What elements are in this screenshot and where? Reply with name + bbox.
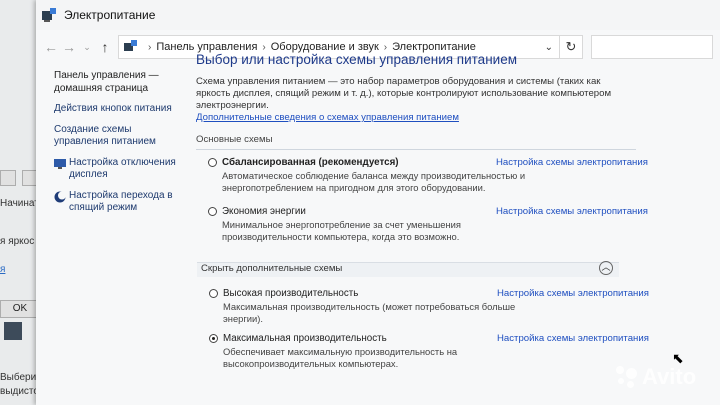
control-panel-icon bbox=[124, 40, 137, 51]
avito-logo-icon bbox=[616, 366, 638, 388]
plan-radio-power-saver[interactable] bbox=[208, 207, 217, 216]
additional-plans: Высокая производительность Максимальная … bbox=[197, 281, 649, 380]
plan-description: Минимальное энергопотребление за счет ум… bbox=[222, 219, 461, 242]
description: Схема управления питанием — это набор па… bbox=[196, 76, 612, 111]
bg-button bbox=[0, 170, 16, 186]
plan-radio-high-performance[interactable] bbox=[209, 289, 218, 298]
plan-balanced: Сбалансированная (рекомендуется) Автомат… bbox=[196, 157, 648, 204]
up-button[interactable]: ↑ bbox=[96, 39, 114, 55]
sidebar-item-sleep[interactable]: Настройка перехода в спящий режим bbox=[54, 190, 184, 215]
forward-button[interactable]: → bbox=[60, 39, 78, 55]
chevron-right-icon: › bbox=[262, 41, 266, 53]
recent-dropdown-icon[interactable]: ⌄ bbox=[78, 42, 96, 53]
plan-name[interactable]: Экономия энергии bbox=[222, 206, 306, 217]
power-options-icon bbox=[42, 8, 56, 22]
sidebar: Панель управления — домашняя страница Де… bbox=[54, 70, 184, 223]
sidebar-item-display-off[interactable]: Настройка отключения дисплея bbox=[54, 157, 184, 182]
back-button[interactable]: ← bbox=[42, 39, 60, 55]
sidebar-item-label: Настройка отключения дисплея bbox=[69, 156, 176, 181]
title-bar: Электропитание bbox=[36, 0, 720, 30]
plan-settings-link[interactable]: Настройка схемы электропитания bbox=[496, 157, 648, 168]
page-title: Выбор или настройка схемы управления пит… bbox=[196, 52, 517, 67]
background-window: Начинать я яркос я OK Выберите выдисто bbox=[0, 0, 46, 405]
more-info-link[interactable]: Дополнительные сведения о схемах управле… bbox=[196, 112, 616, 123]
bg-link: я bbox=[0, 264, 6, 275]
plan-description: Автоматическое соблюдение баланса между … bbox=[222, 170, 526, 193]
chevron-up-icon[interactable]: ︿ bbox=[599, 261, 613, 275]
plan-settings-link[interactable]: Настройка схемы электропитания bbox=[496, 206, 648, 217]
plan-description: Максимальная производительность (может п… bbox=[223, 301, 516, 324]
chevron-right-icon: › bbox=[148, 41, 152, 53]
plan-name[interactable]: Высокая производительность bbox=[223, 288, 358, 299]
bg-text: я яркос bbox=[0, 236, 35, 247]
plan-name[interactable]: Сбалансированная (рекомендуется) bbox=[222, 157, 399, 168]
main-content: Выбор или настройка схемы управления пит… bbox=[196, 52, 648, 253]
monitor-icon bbox=[54, 158, 66, 169]
plan-radio-ultimate-performance[interactable] bbox=[209, 334, 218, 343]
sidebar-item-create-plan[interactable]: Создание схемы управления питанием bbox=[54, 124, 184, 149]
plan-high-performance: Высокая производительность Максимальная … bbox=[197, 288, 649, 326]
power-options-window: Электропитание ← → ⌄ ↑ › Панель управлен… bbox=[36, 0, 720, 405]
sidebar-item-home[interactable]: Панель управления — домашняя страница bbox=[54, 70, 184, 95]
plan-description: Обеспечивает максимальную производительн… bbox=[223, 346, 458, 369]
watermark-text: Avito bbox=[642, 364, 697, 389]
bg-ok-button: OK bbox=[0, 300, 40, 318]
plan-name[interactable]: Максимальная производительность bbox=[223, 333, 387, 344]
basic-plans-label: Основные схемы bbox=[196, 134, 273, 145]
hide-additional-plans[interactable]: Скрыть дополнительные схемы ︿ bbox=[197, 261, 619, 277]
chevron-right-icon: › bbox=[383, 41, 388, 53]
chevron-down-icon[interactable]: ⌄ bbox=[545, 42, 553, 53]
moon-icon bbox=[54, 191, 66, 202]
plan-settings-link[interactable]: Настройка схемы электропитания bbox=[497, 288, 649, 299]
hide-additional-plans-label: Скрыть дополнительные схемы bbox=[201, 263, 343, 274]
plan-ultimate-performance: Максимальная производительность Обеспечи… bbox=[197, 333, 649, 380]
sidebar-item-power-buttons[interactable]: Действия кнопок питания bbox=[54, 103, 184, 116]
avito-watermark: Avito bbox=[616, 364, 696, 390]
calendar-icon bbox=[4, 322, 22, 340]
plan-settings-link[interactable]: Настройка схемы электропитания bbox=[497, 333, 649, 344]
window-title: Электропитание bbox=[64, 8, 156, 22]
plan-power-saver: Экономия энергии Минимальное энергопотре… bbox=[196, 206, 648, 253]
bg-text: выдисто bbox=[0, 386, 39, 397]
sidebar-item-label: Настройка перехода в спящий режим bbox=[69, 189, 173, 214]
divider bbox=[196, 149, 636, 150]
plan-radio-balanced[interactable] bbox=[208, 158, 217, 167]
